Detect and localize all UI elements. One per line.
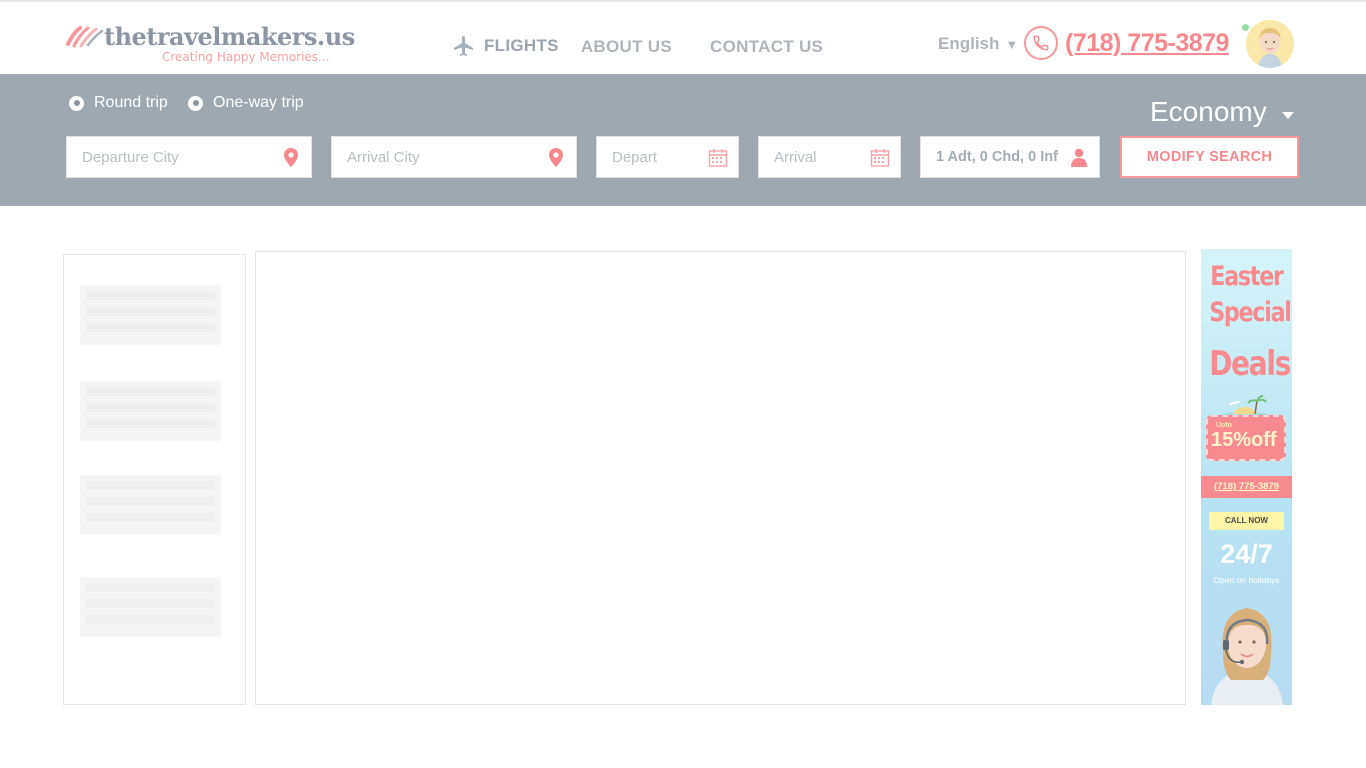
ad-title-line3: Deals [1209, 344, 1291, 384]
easter-deals-ad[interactable]: Easter Special Deals Upto 15%off (718) 7… [1201, 249, 1292, 705]
phone-icon [1024, 26, 1058, 60]
site-logo[interactable]: thetravelmakers.us Creating Happy Memori… [66, 22, 355, 68]
filter-skeleton [80, 577, 221, 637]
ad-hours: 24/7 [1220, 539, 1273, 569]
airplane-icon [454, 36, 473, 56]
ad-open-text: Open on holidays [1213, 575, 1280, 585]
online-status-dot [1242, 24, 1249, 31]
nav-flights[interactable]: FLIGHTS [450, 2, 561, 76]
flight-search-bar: Round trip One-way trip Economy Departur… [0, 74, 1366, 206]
location-pin-icon [284, 148, 298, 167]
nav-flights-label: FLIGHTS [484, 36, 559, 55]
depart-date-placeholder: Depart [612, 148, 658, 166]
one-way-label: One-way trip [213, 94, 304, 111]
arrival-city-input[interactable]: Arrival City [331, 136, 577, 178]
arrival-date-placeholder: Arrival [774, 148, 817, 166]
ad-title-line2: Special [1209, 297, 1292, 328]
location-pin-icon [549, 148, 563, 167]
support-agent-avatar[interactable] [1246, 20, 1294, 68]
main-nav: FLIGHTS ABOUT US CONTACT US [450, 2, 861, 76]
passenger-count: 1 Adt, 0 Chd, 0 Inf [936, 149, 1058, 165]
discount-tag: Upto 15%off [1206, 415, 1286, 461]
ad-title-line1: Easter [1210, 261, 1284, 292]
logo-text: thetravelmakers.us [104, 22, 355, 51]
support-agent-image [1211, 608, 1283, 705]
round-trip-radio[interactable] [69, 95, 84, 111]
ad-phone-number[interactable]: (718) 775-3879 [1201, 476, 1292, 498]
site-header: thetravelmakers.us Creating Happy Memori… [0, 0, 1366, 76]
nav-contact-us[interactable]: CONTACT US [710, 2, 823, 76]
depart-date-input[interactable]: Depart [596, 136, 739, 178]
language-label: English [938, 34, 1000, 53]
calendar-icon [870, 149, 890, 167]
modify-search-button[interactable]: MODIFY SEARCH [1120, 136, 1299, 178]
arrival-city-placeholder: Arrival City [347, 148, 420, 166]
chevron-down-icon[interactable] [1282, 112, 1294, 119]
filter-skeleton [80, 381, 221, 441]
logo-stripes-icon [66, 26, 104, 48]
logo-tagline: Creating Happy Memories... [162, 50, 330, 64]
person-icon [1071, 148, 1087, 167]
filter-skeleton [80, 475, 221, 535]
filter-panel [63, 254, 246, 705]
one-way-radio[interactable] [188, 95, 203, 111]
chevron-down-icon: ▼ [1005, 36, 1019, 52]
passenger-select[interactable]: 1 Adt, 0 Chd, 0 Inf [920, 136, 1100, 178]
departure-city-input[interactable]: Departure City [66, 136, 312, 178]
round-trip-option[interactable]: Round trip [69, 94, 168, 112]
departure-city-placeholder: Departure City [82, 148, 179, 166]
cabin-class-select[interactable]: Economy [1150, 96, 1267, 128]
results-panel [255, 251, 1186, 705]
nav-about-us[interactable]: ABOUT US [581, 2, 672, 76]
header-phone[interactable]: (718) 775-3879 [1024, 26, 1229, 60]
ad-upto: Upto [1216, 422, 1232, 429]
arrival-date-input[interactable]: Arrival [758, 136, 901, 178]
one-way-option[interactable]: One-way trip [188, 94, 304, 112]
calendar-icon [708, 149, 728, 167]
ad-call-now-button[interactable]: CALL NOW [1209, 512, 1284, 530]
filter-skeleton [80, 285, 221, 345]
round-trip-label: Round trip [94, 94, 168, 111]
language-select[interactable]: English ▼ [938, 34, 1018, 54]
ad-discount: 15%off [1211, 429, 1277, 451]
phone-number-link[interactable]: (718) 775-3879 [1065, 29, 1229, 58]
